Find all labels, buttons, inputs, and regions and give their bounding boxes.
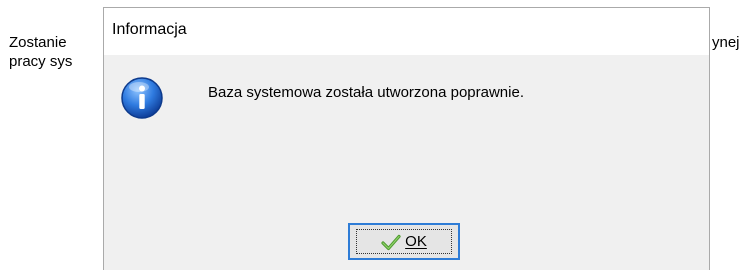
dialog-titlebar[interactable]: Informacja	[104, 8, 709, 55]
checkmark-icon	[381, 234, 401, 250]
info-icon	[121, 77, 163, 119]
information-dialog: Informacja Baza systemowa została utworz…	[103, 7, 710, 270]
ok-button[interactable]: OK	[348, 223, 460, 260]
background-text-left-line1: Zostanie	[9, 34, 67, 51]
dialog-title: Informacja	[112, 21, 187, 38]
background-text-right-line1: ynej	[712, 34, 740, 51]
ok-button-label: OK	[405, 233, 427, 250]
dialog-message: Baza systemowa została utworzona poprawn…	[208, 84, 524, 101]
background-text-left-line2: pracy sys	[9, 53, 73, 70]
ok-button-focus-ring: OK	[356, 229, 452, 254]
